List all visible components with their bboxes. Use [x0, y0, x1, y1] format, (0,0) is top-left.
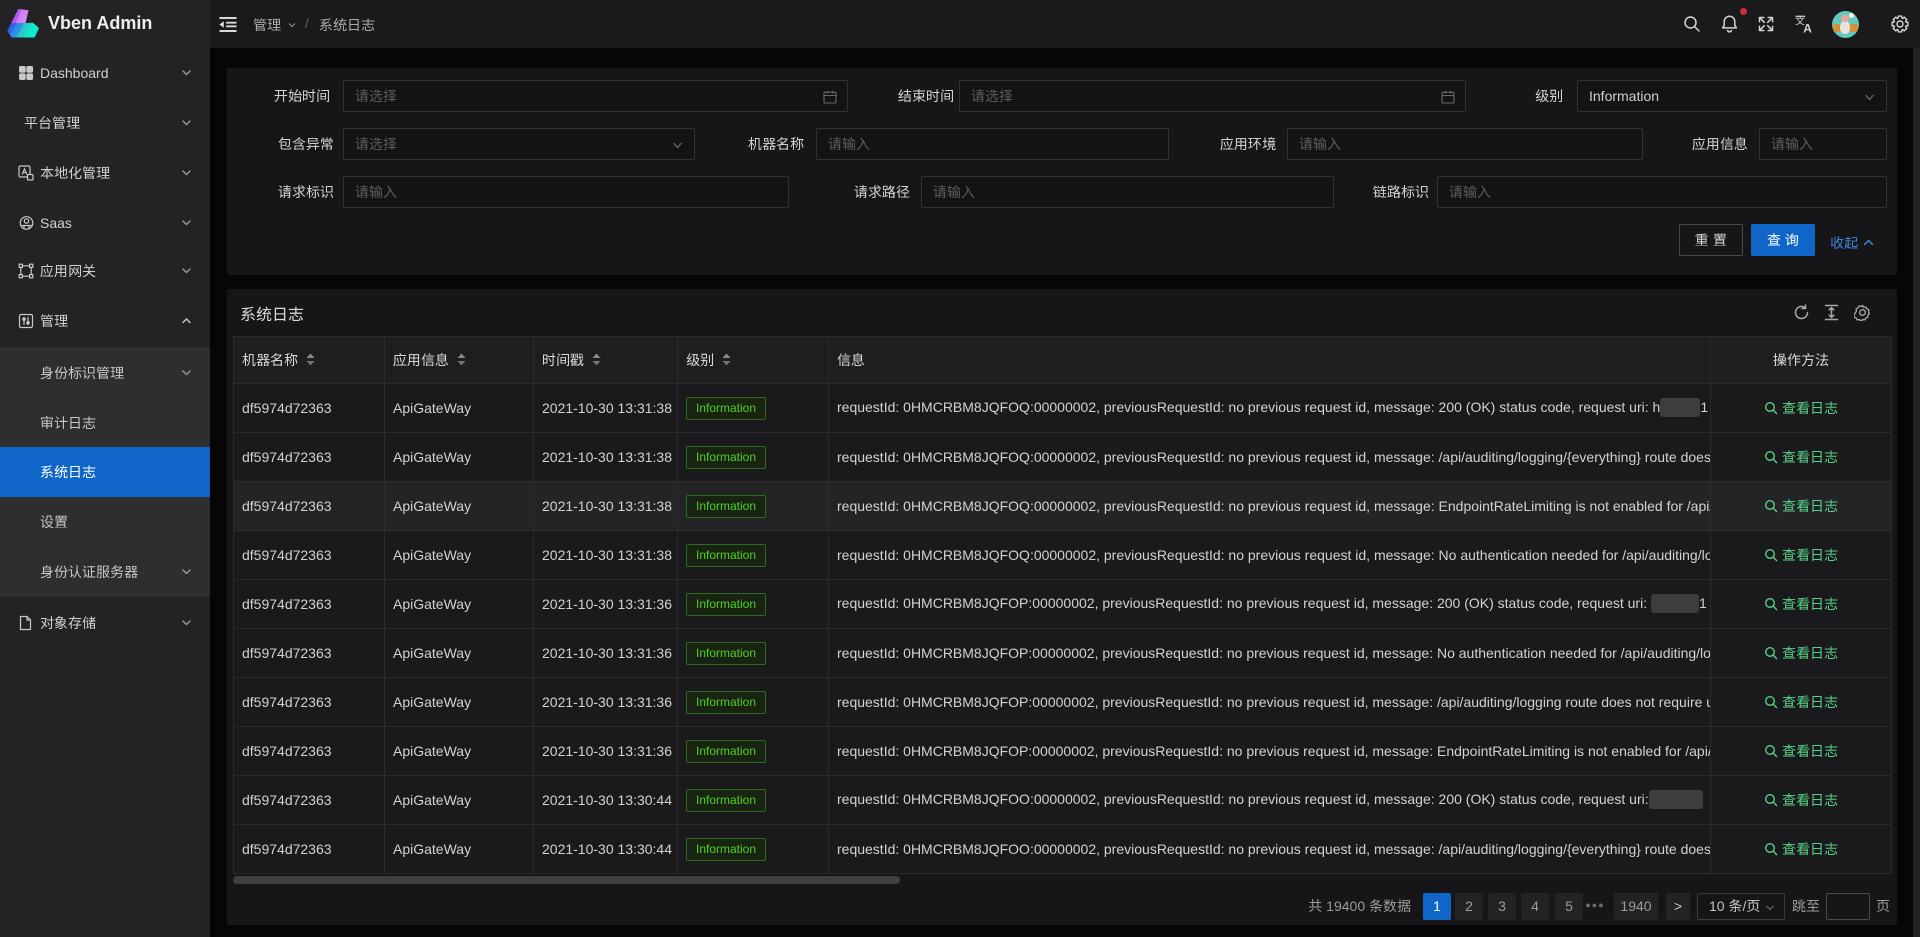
svg-text:A: A — [1803, 22, 1812, 35]
